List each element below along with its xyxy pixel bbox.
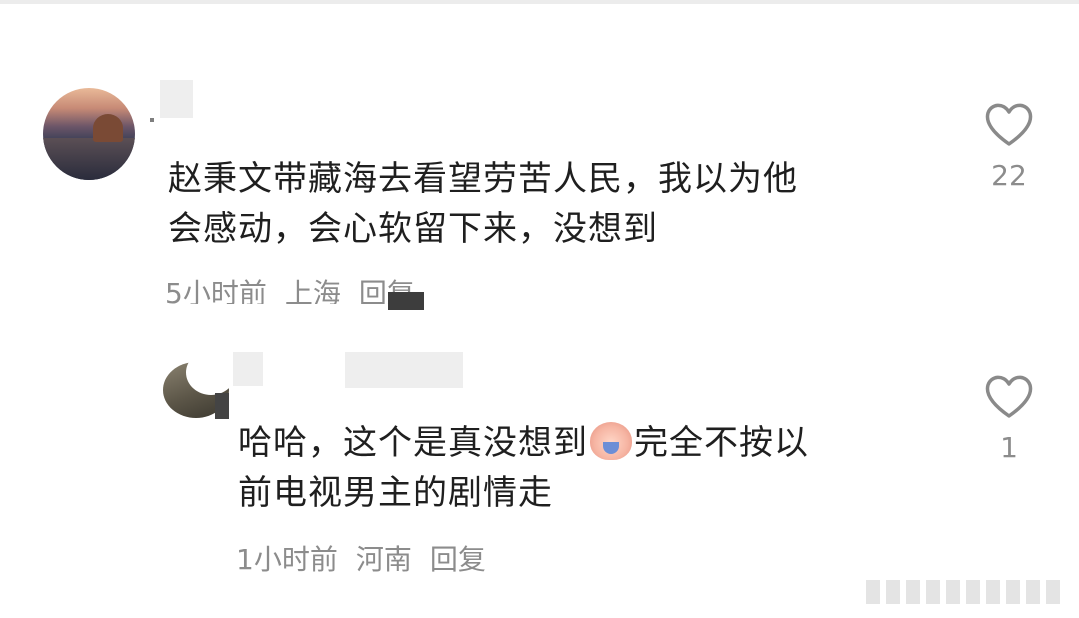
heart-outline-icon	[985, 103, 1033, 146]
watermark-strip	[866, 580, 1066, 604]
avatar[interactable]	[43, 88, 135, 180]
comment-time: 1小时前	[236, 543, 338, 576]
heart-outline-icon	[985, 375, 1033, 418]
comment-text: 哈哈，这个是真没想到 完全不按以 前电视男主的剧情走	[238, 418, 918, 518]
avatar-dome-silhouette	[93, 114, 123, 142]
redacted-username	[160, 80, 193, 118]
comment-time: 5小时前	[165, 277, 267, 304]
comment-text-segment: 哈哈，这个是真没想到	[238, 423, 588, 463]
comment-text-line: 前电视男主的剧情走	[238, 473, 553, 513]
top-divider	[0, 0, 1079, 4]
like-count: 22	[991, 159, 1027, 192]
redaction-block	[388, 292, 424, 310]
comment-text-line: 赵秉文带藏海去看望劳苦人民，我以为他	[168, 159, 798, 199]
avatar-overlap-mask	[186, 350, 236, 395]
username-fragment	[150, 118, 154, 122]
comment-text-line: 哈哈，这个是真没想到 完全不按以	[238, 418, 918, 468]
username-fragment	[215, 393, 229, 419]
avatar-city-silhouette	[43, 138, 135, 180]
comment-text-segment: 完全不按以	[634, 423, 809, 463]
like-count: 1	[1000, 431, 1018, 464]
comment-text: 赵秉文带藏海去看望劳苦人民，我以为他 会感动，会心软留下来，没想到	[168, 154, 928, 254]
like-button[interactable]: 22	[979, 100, 1039, 192]
redacted-username	[233, 352, 263, 386]
crying-face-emoji-icon	[590, 422, 632, 460]
comment-location: 上海	[284, 277, 341, 304]
comment-text-line: 会感动，会心软留下来，没想到	[168, 209, 658, 249]
reply-link[interactable]: 回复	[430, 543, 486, 576]
comment-meta: 1小时前 河南 回复	[236, 542, 504, 578]
comment-location: 河南	[355, 543, 412, 576]
redacted-username	[345, 352, 463, 388]
like-button[interactable]: 1	[979, 372, 1039, 464]
